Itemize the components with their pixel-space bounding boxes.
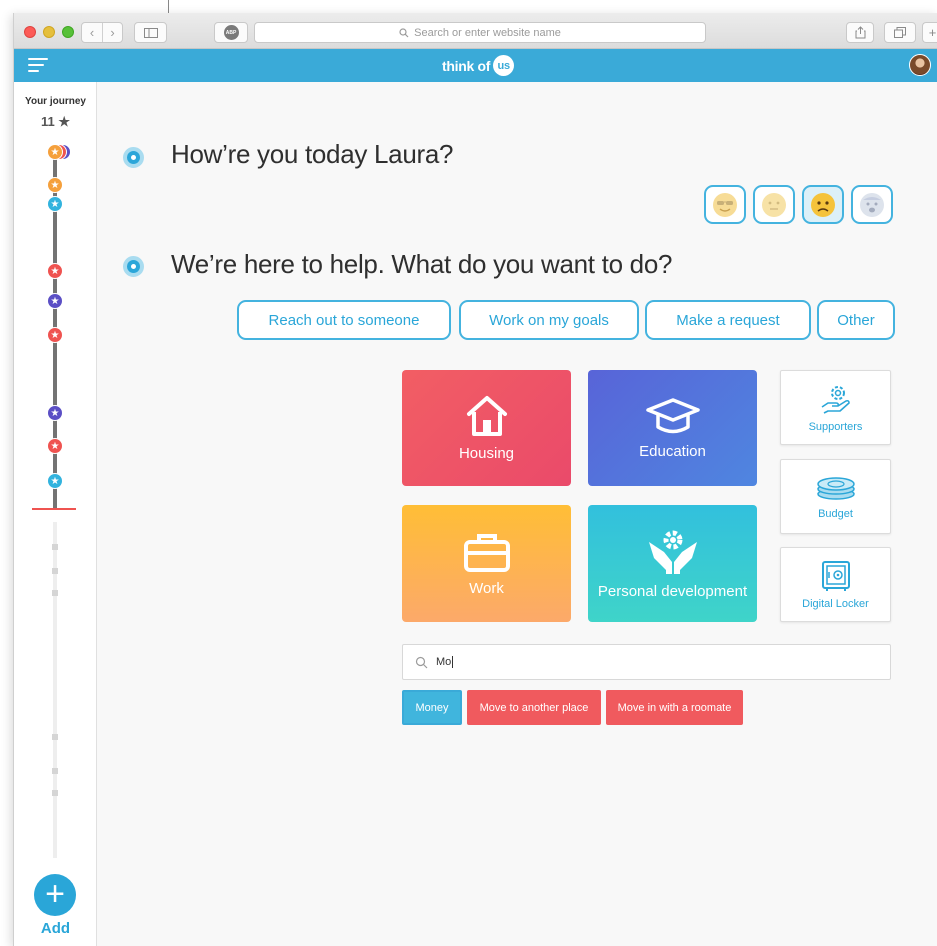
mood-selector (704, 185, 893, 224)
app-header: think of us (14, 49, 937, 82)
housing-tile[interactable]: Housing (402, 370, 571, 486)
future-step (52, 768, 58, 774)
journey-sidebar: Your journey 11 ★ ★ ★ ★ ★ ★ ★ ★ ★ ★ ★ ★ … (14, 82, 97, 946)
address-bar[interactable]: Search or enter website name (254, 22, 706, 43)
budget-tile[interactable]: Budget (780, 459, 891, 534)
safe-icon (821, 560, 850, 591)
budget-label: Budget (818, 507, 853, 520)
anxious-face-icon (860, 192, 884, 217)
journey-star[interactable]: ★ (47, 438, 63, 454)
close-window-button[interactable] (24, 26, 36, 38)
text-caret (452, 656, 454, 669)
address-placeholder: Search or enter website name (414, 26, 561, 39)
sidebar-icon (143, 27, 158, 38)
mood-anxious-button[interactable] (851, 185, 893, 224)
house-icon (466, 396, 507, 436)
work-label: Work (469, 579, 504, 597)
journey-star[interactable]: ★ (47, 327, 63, 343)
suggestion-move-in-roomate[interactable]: Move in with a roomate (606, 690, 743, 725)
show-sidebar-button[interactable] (134, 22, 167, 43)
history-nav: ‹ › (81, 22, 123, 43)
cool-face-icon (713, 192, 737, 217)
briefcase-icon (463, 533, 510, 572)
journey-star[interactable]: ★ (47, 144, 63, 160)
suggestion-move-another-place[interactable]: Move to another place (467, 690, 601, 725)
brand-text: think of (442, 57, 491, 74)
chevron-left-icon: ‹ (89, 25, 95, 40)
chevron-right-icon: › (110, 25, 115, 40)
help-question: We’re here to help. What do you want to … (171, 249, 673, 279)
search-icon (399, 27, 409, 37)
add-label[interactable]: Add (14, 920, 97, 937)
search-icon (415, 656, 428, 668)
topic-search-input[interactable]: Mo (402, 644, 891, 680)
journey-star[interactable]: ★ (47, 473, 63, 489)
neutral-face-icon (762, 192, 786, 217)
graduation-cap-icon (645, 398, 700, 434)
journey-star[interactable]: ★ (47, 293, 63, 309)
search-value: Mo (436, 655, 452, 668)
greeting-question: How’re you today Laura? (171, 139, 454, 169)
journey-title: Your journey (25, 96, 86, 107)
frowning-face-icon (811, 192, 835, 217)
browser-window: ‹ › ABP Search or enter website name + t… (13, 13, 937, 946)
work-on-goals-button[interactable]: Work on my goals (459, 300, 639, 340)
adblock-extension-button[interactable]: ABP (214, 22, 248, 43)
forward-button[interactable]: › (102, 23, 122, 42)
brand-badge: us (493, 55, 515, 76)
show-tabs-button[interactable] (884, 22, 916, 43)
add-button[interactable]: + (34, 874, 76, 916)
future-step (52, 590, 58, 596)
future-step (52, 734, 58, 740)
journey-star-count: 11 ★ (40, 114, 70, 129)
future-step (52, 568, 58, 574)
adblock-badge: ABP (223, 25, 239, 40)
supporters-tile[interactable]: Supporters (780, 370, 891, 445)
journey-star[interactable]: ★ (47, 405, 63, 421)
mood-frowning-button[interactable] (802, 185, 844, 224)
tabs-icon (894, 27, 906, 38)
text-cursor-marker (168, 0, 169, 14)
question-bullet (123, 147, 144, 168)
journey-star[interactable]: ★ (47, 177, 63, 193)
browser-toolbar: ‹ › ABP Search or enter website name + (14, 13, 937, 49)
education-tile[interactable]: Education (588, 370, 757, 486)
education-label: Education (639, 443, 706, 460)
minimize-window-button[interactable] (43, 26, 55, 38)
journey-star[interactable]: ★ (47, 263, 63, 279)
share-icon (855, 26, 865, 39)
make-request-button[interactable]: Make a request (645, 300, 811, 340)
mood-cool-button[interactable] (704, 185, 746, 224)
supporters-label: Supporters (808, 420, 863, 433)
work-tile[interactable]: Work (402, 505, 571, 622)
digital-locker-tile[interactable]: Digital Locker (780, 547, 891, 622)
question-bullet (123, 256, 144, 277)
housing-label: Housing (458, 445, 515, 462)
coins-icon (816, 476, 855, 500)
back-button[interactable]: ‹ (82, 23, 102, 42)
digital-locker-label: Digital Locker (802, 597, 869, 610)
future-step (52, 790, 58, 796)
new-tab-button[interactable]: + (922, 22, 937, 43)
mood-neutral-button[interactable] (753, 185, 795, 224)
suggestion-money[interactable]: Money (402, 690, 462, 725)
hand-gear-icon (821, 385, 850, 414)
avatar[interactable] (909, 54, 931, 76)
share-button[interactable] (846, 22, 874, 43)
reach-out-button[interactable]: Reach out to someone (237, 300, 451, 340)
menu-icon[interactable] (28, 58, 48, 74)
personal-development-label: Personal development (597, 582, 748, 600)
zoom-window-button[interactable] (62, 26, 74, 38)
today-marker (32, 508, 76, 510)
journey-star[interactable]: ★ (47, 196, 63, 212)
hands-gear-icon (648, 530, 697, 574)
future-step (52, 544, 58, 550)
other-button[interactable]: Other (817, 300, 895, 340)
personal-development-tile[interactable]: Personal development (588, 505, 757, 622)
brand-logo[interactable]: think of us (442, 55, 515, 76)
